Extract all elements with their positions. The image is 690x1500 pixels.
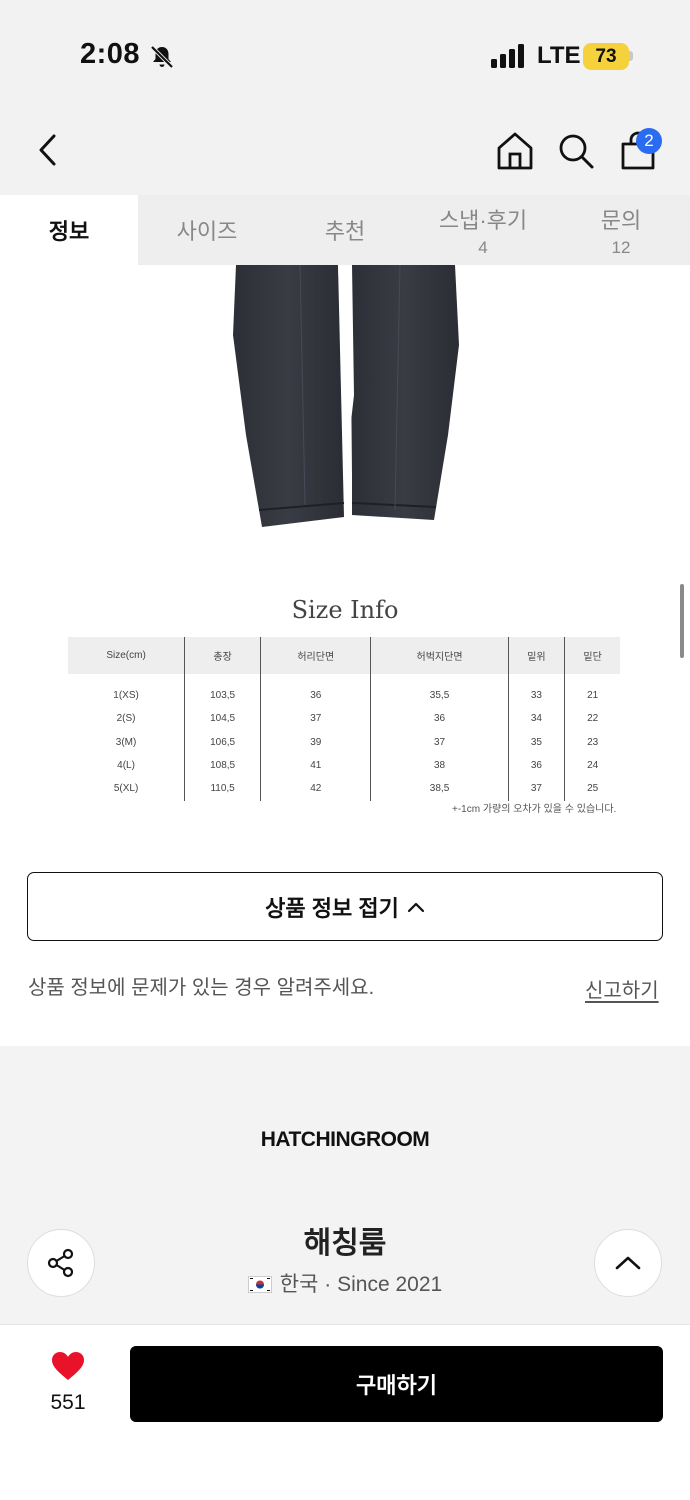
tab-snap-review[interactable]: 스냅·후기 4 — [414, 195, 552, 265]
table-cell: 36 — [507, 753, 565, 778]
table-cell: 38,5 — [370, 777, 509, 801]
size-table: Size(cm) 총장 허리단면 허벅지단면 밑위 밑단 1(XS) 103,5… — [68, 637, 620, 801]
bottom-action-bar: 551 구매하기 — [0, 1324, 690, 1500]
battery-icon: 73 — [583, 43, 629, 70]
table-row: 2(S) 104,5 37 36 34 22 — [68, 707, 620, 731]
header-cell: 총장 — [184, 637, 261, 674]
bell-slash-icon — [150, 45, 174, 69]
korea-flag-icon — [247, 1276, 272, 1293]
table-cell: 23 — [564, 730, 620, 754]
table-cell: 35,5 — [370, 674, 509, 707]
table-cell: 106,5 — [184, 730, 261, 754]
table-cell: 37 — [370, 730, 509, 754]
tab-count: 12 — [611, 237, 631, 257]
brand-meta-text: 한국 · Since 2021 — [279, 1273, 443, 1296]
table-cell: 5(XL) — [113, 783, 139, 795]
brand-meta: 한국 · Since 2021 — [0, 1268, 690, 1298]
battery-tip — [629, 51, 633, 61]
brand-logo[interactable]: HATCHINGROOM — [0, 1128, 690, 1152]
buy-button-label: 구매하기 — [356, 1373, 437, 1398]
brand-name[interactable]: 해칭룸 — [0, 1218, 690, 1262]
tab-label: 문의 — [600, 207, 642, 233]
table-cell: 1(XS) — [113, 690, 139, 701]
tab-label: 스냅·후기 — [438, 207, 528, 233]
brand-section: HATCHINGROOM 해칭룸 한국 · Since 2021 — [0, 1046, 690, 1324]
table-row: 5(XL) 110,5 42 38,5 37 25 — [68, 777, 620, 801]
home-icon[interactable] — [495, 130, 535, 172]
collapse-button-label: 상품 정보 접기 — [265, 895, 399, 921]
share-icon — [47, 1248, 74, 1278]
like-count: 551 — [50, 1391, 86, 1414]
header-cell: 허벅지단면 — [370, 637, 509, 674]
tab-count: 4 — [478, 237, 488, 257]
table-cell: 39 — [260, 730, 371, 754]
header-cell: 밑단 — [564, 637, 620, 674]
table-cell: 41 — [260, 753, 371, 778]
chevron-left-icon[interactable] — [32, 132, 66, 168]
tab-label: 정보 — [48, 219, 90, 244]
product-tabs: 정보 사이즈 추천 스냅·후기 4 문의 12 — [0, 195, 690, 265]
tab-recommend[interactable]: 추천 — [276, 195, 414, 265]
report-prompt: 상품 정보에 문제가 있는 경우 알려주세요. — [28, 977, 375, 999]
size-table-header: Size(cm) 총장 허리단면 허벅지단면 밑위 밑단 — [68, 637, 620, 674]
tab-size[interactable]: 사이즈 — [138, 195, 276, 265]
table-cell: 4(L) — [117, 759, 135, 771]
table-row: 4(L) 108,5 41 38 36 24 — [68, 753, 620, 778]
table-cell: 104,5 — [184, 707, 261, 731]
cart-count-badge: 2 — [636, 128, 662, 154]
header-cell: Size(cm) — [68, 637, 185, 674]
table-cell: 36 — [370, 707, 509, 731]
heart-icon[interactable] — [51, 1351, 85, 1381]
table-cell: 37 — [507, 777, 565, 801]
table-cell: 38 — [370, 753, 509, 778]
collapse-product-info-button[interactable]: 상품 정보 접기 — [27, 872, 663, 941]
size-info-title: Size Info — [291, 596, 399, 624]
table-cell: 108,5 — [184, 753, 261, 778]
table-cell: 33 — [507, 674, 565, 707]
table-cell: 21 — [564, 674, 620, 707]
size-note: +-1cm 가량의 오차가 있을 수 있습니다. — [452, 804, 617, 815]
table-cell: 22 — [564, 707, 620, 731]
header-cell: 허리단면 — [260, 637, 371, 674]
report-link[interactable]: 신고하기 — [585, 974, 659, 1003]
buy-button[interactable]: 구매하기 — [130, 1346, 663, 1422]
status-time: 2:08 — [80, 38, 141, 70]
table-cell: 25 — [564, 777, 620, 801]
table-cell: 36 — [260, 674, 371, 707]
chevron-up-icon — [615, 1256, 641, 1270]
top-nav-bar — [0, 105, 690, 195]
scrollbar[interactable] — [680, 584, 684, 658]
table-cell: 42 — [260, 777, 371, 801]
table-cell: 35 — [507, 730, 565, 754]
chevron-up-icon — [407, 902, 424, 912]
tab-label: 추천 — [324, 219, 366, 244]
table-cell: 2(S) — [116, 713, 136, 725]
table-cell: 110,5 — [184, 777, 261, 801]
header-cell: 밑위 — [507, 637, 565, 674]
status-bar: 2:08 LTE 73 — [0, 0, 690, 105]
share-button[interactable] — [27, 1229, 95, 1297]
product-image-jeans — [233, 265, 459, 527]
tab-info[interactable]: 정보 — [0, 195, 138, 265]
tab-inquiry[interactable]: 문의 12 — [552, 195, 690, 265]
table-cell: 37 — [260, 707, 371, 731]
table-cell: 103,5 — [184, 674, 261, 707]
scroll-top-button[interactable] — [594, 1229, 662, 1297]
tab-label: 사이즈 — [176, 219, 238, 244]
network-type: LTE — [537, 42, 581, 69]
table-cell: 34 — [507, 707, 565, 731]
search-icon[interactable] — [556, 130, 596, 172]
signal-icon — [491, 44, 524, 68]
table-cell: 3(M) — [115, 736, 137, 748]
table-cell: 24 — [564, 753, 620, 778]
table-row: 3(M) 106,5 39 37 35 23 — [68, 730, 620, 754]
table-row: 1(XS) 103,5 36 35,5 33 21 — [68, 674, 620, 707]
